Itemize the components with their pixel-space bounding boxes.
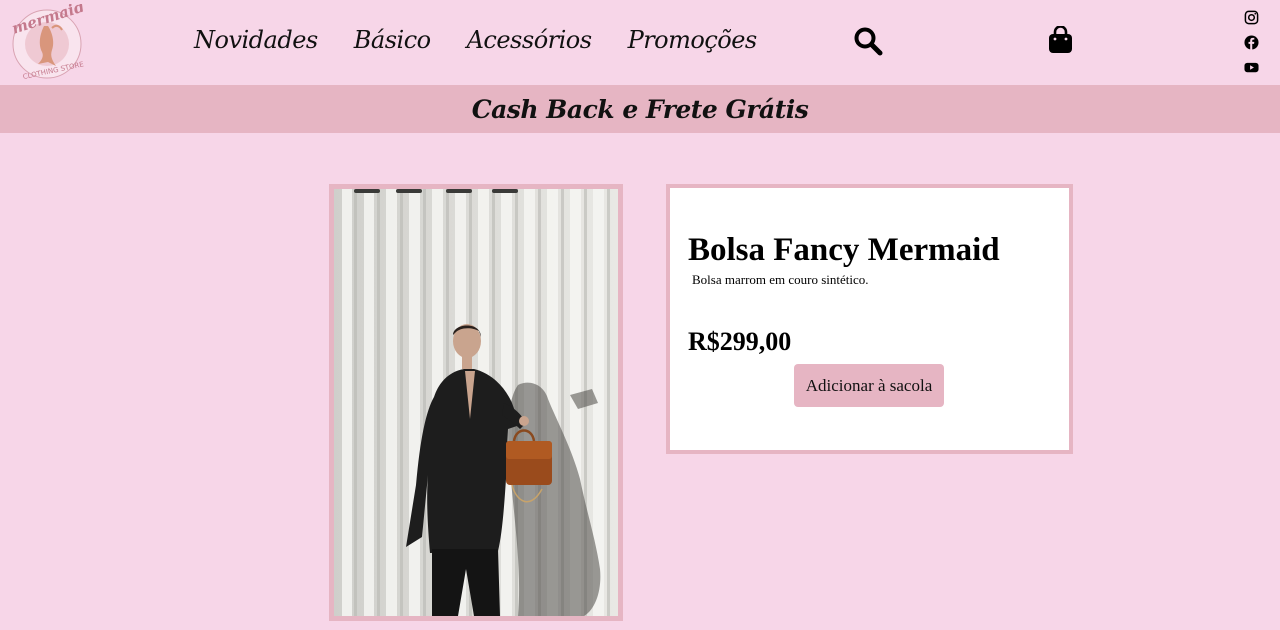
- brand-logo-image: mermaid CLOTHING STORE: [10, 4, 86, 80]
- youtube-icon[interactable]: [1244, 60, 1259, 75]
- social-links: [1244, 10, 1260, 85]
- search-button[interactable]: [853, 26, 883, 56]
- nav-item-promocoes[interactable]: Promoções: [628, 26, 758, 54]
- search-icon: [854, 27, 883, 56]
- product-title: Bolsa Fancy Mermaid: [688, 232, 1000, 268]
- brand-logo[interactable]: mermaid CLOTHING STORE: [8, 4, 86, 80]
- product-price: R$299,00: [688, 327, 792, 356]
- main-nav: Novidades Básico Acessórios Promoções: [194, 22, 757, 58]
- site-header: mermaid CLOTHING STORE Novidades Básico …: [0, 0, 1280, 84]
- shopping-bag-icon: [1049, 25, 1072, 53]
- product-description: Bolsa marrom em couro sintético.: [692, 272, 869, 287]
- product-image: [334, 189, 618, 616]
- nav-item-basico[interactable]: Básico: [354, 26, 431, 54]
- nav-item-novidades[interactable]: Novidades: [194, 26, 318, 54]
- shopping-bag-button[interactable]: [1047, 25, 1074, 54]
- add-to-bag-button[interactable]: Adicionar à sacola: [794, 364, 944, 407]
- product-info-card: Bolsa Fancy Mermaid Bolsa marrom em cour…: [666, 184, 1073, 454]
- promo-banner: Cash Back e Frete Grátis: [0, 85, 1280, 133]
- product-image-frame: [329, 184, 623, 621]
- facebook-icon[interactable]: [1244, 35, 1259, 50]
- instagram-icon[interactable]: [1244, 10, 1259, 25]
- promo-banner-text: Cash Back e Frete Grátis: [471, 94, 809, 124]
- nav-item-acessorios[interactable]: Acessórios: [467, 26, 592, 54]
